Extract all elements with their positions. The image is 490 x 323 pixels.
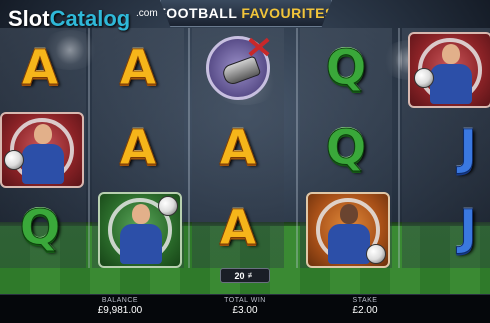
stake-display[interactable]: STAKE £2.00 [305, 297, 425, 316]
letter-a-symbol: A [21, 40, 59, 96]
player-head [340, 204, 358, 224]
game-title-accent: FAVOURITES [241, 5, 335, 21]
watermark-logo: Slot Catalog .com [8, 6, 158, 36]
symbol-whistle [192, 28, 284, 108]
symbol-player-green [92, 188, 184, 268]
letter-a-symbol: A [119, 40, 157, 96]
stake-label: STAKE [352, 297, 378, 304]
symbol-j: J [402, 108, 490, 188]
reel-5: J J [402, 28, 490, 268]
symbol-player-red [402, 28, 490, 108]
letter-a-symbol: A [219, 200, 257, 256]
watermark-suffix: .com [136, 8, 158, 19]
player-head [132, 204, 150, 224]
player-shirt [120, 224, 162, 264]
reel-divider [88, 28, 90, 268]
player-symbol [306, 192, 390, 268]
player-symbol [98, 192, 182, 268]
letter-j-symbol: J [459, 200, 478, 256]
total-win-display: TOTAL WIN £3.00 [185, 297, 305, 316]
symbol-a: A [92, 108, 184, 188]
player-head [442, 44, 460, 64]
game-title-banner: FOOTBALL FAVOURITES [160, 0, 332, 27]
symbol-player-red [0, 108, 86, 188]
whistle-icon [220, 55, 262, 87]
whistle-symbol [206, 36, 270, 100]
player-symbol [0, 112, 84, 188]
bet-lines-badge[interactable]: 20 ≢ [220, 268, 270, 283]
watermark-brand-2: Catalog [49, 6, 131, 31]
reel-divider [398, 28, 400, 268]
game-title-primary: FOOTBALL [157, 5, 238, 21]
game-stage: A Q A A A A Q Q J J FOOTBALL FAVOURITES … [0, 0, 490, 323]
football-icon [366, 244, 386, 264]
footer-bar: BALANCE £9,981.00 TOTAL WIN £3.00 STAKE … [0, 294, 490, 323]
letter-a-symbol: A [119, 120, 157, 176]
football-icon [158, 196, 178, 216]
symbol-player-orange [300, 188, 392, 268]
symbol-a: A [92, 28, 184, 108]
reel-1: A Q [0, 28, 86, 268]
reel-divider [188, 28, 190, 268]
symbol-q: Q [300, 28, 392, 108]
football-icon [4, 150, 24, 170]
letter-q-symbol: Q [19, 200, 61, 256]
balance-display: BALANCE £9,981.00 [60, 297, 180, 316]
reel-3: A A [192, 28, 284, 268]
reel-4: Q Q [300, 28, 392, 268]
player-shirt [328, 224, 370, 264]
symbol-a: A [0, 28, 86, 108]
symbol-a: A [192, 108, 284, 188]
letter-a-symbol: A [219, 120, 257, 176]
symbol-q: Q [0, 188, 86, 268]
symbol-q: Q [300, 108, 392, 188]
stake-value: £2.00 [352, 305, 378, 316]
reel-2: A A [92, 28, 184, 268]
watermark-brand-1: Slot [8, 6, 50, 31]
letter-j-symbol: J [459, 120, 478, 176]
reel-divider [296, 28, 298, 268]
player-symbol [408, 32, 490, 108]
balance-label: BALANCE [101, 297, 139, 304]
player-shirt [22, 144, 64, 184]
total-win-value: £3.00 [232, 305, 258, 316]
letter-q-symbol: Q [325, 40, 367, 96]
player-head [34, 124, 52, 144]
football-icon [414, 68, 434, 88]
lines-icon: ≢ [247, 271, 256, 280]
total-win-label: TOTAL WIN [224, 297, 266, 304]
symbol-j: J [402, 188, 490, 268]
player-shirt [430, 64, 472, 104]
bet-lines-value: 20 [234, 270, 245, 281]
letter-q-symbol: Q [325, 120, 367, 176]
symbol-a: A [192, 188, 284, 268]
balance-value: £9,981.00 [97, 305, 143, 316]
